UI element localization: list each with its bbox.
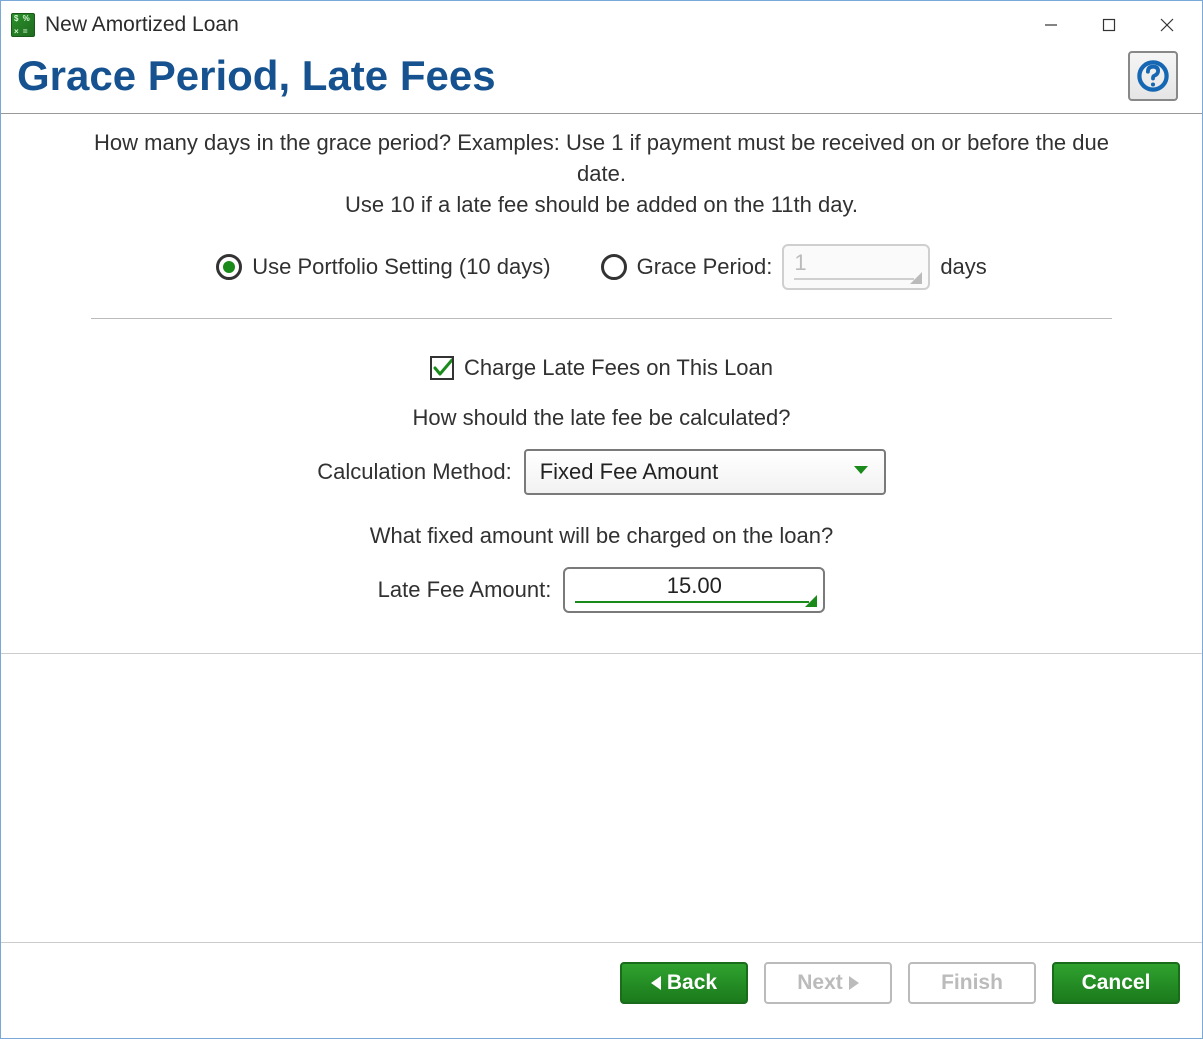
intro-text: How many days in the grace period? Examp… bbox=[91, 128, 1112, 220]
page-header: Grace Period, Late Fees bbox=[1, 49, 1202, 114]
minimize-button[interactable] bbox=[1022, 5, 1080, 45]
next-label: Next bbox=[797, 971, 843, 995]
late-fee-amount-value: 15.00 bbox=[667, 573, 722, 598]
radio-icon bbox=[601, 254, 627, 280]
page-title: Grace Period, Late Fees bbox=[17, 52, 496, 100]
app-icon bbox=[11, 13, 35, 37]
calc-method-row: Calculation Method: Fixed Fee Amount bbox=[91, 449, 1112, 495]
back-button[interactable]: Back bbox=[620, 962, 748, 1004]
charge-late-fees-label: Charge Late Fees on This Loan bbox=[464, 355, 773, 381]
late-fee-amount-row: Late Fee Amount: 15.00 bbox=[91, 567, 1112, 613]
fixed-amount-question: What fixed amount will be charged on the… bbox=[91, 523, 1112, 549]
wizard-button-bar: Back Next Finish Cancel bbox=[1, 942, 1202, 1022]
radio-icon bbox=[216, 254, 242, 280]
help-button[interactable] bbox=[1128, 51, 1178, 101]
custom-grace-label: Grace Period: bbox=[637, 254, 773, 280]
close-button[interactable] bbox=[1138, 5, 1196, 45]
titlebar: New Amortized Loan bbox=[1, 1, 1202, 49]
window-title: New Amortized Loan bbox=[45, 13, 1022, 37]
calc-method-label: Calculation Method: bbox=[317, 459, 511, 485]
intro-line1: How many days in the grace period? Examp… bbox=[91, 128, 1112, 190]
charge-late-fees-row[interactable]: Charge Late Fees on This Loan bbox=[91, 355, 1112, 381]
spacer bbox=[1, 654, 1202, 942]
calc-question: How should the late fee be calculated? bbox=[91, 405, 1112, 431]
grace-period-radios: Use Portfolio Setting (10 days) Grace Pe… bbox=[91, 244, 1112, 290]
finish-button[interactable]: Finish bbox=[908, 962, 1036, 1004]
use-portfolio-option[interactable]: Use Portfolio Setting (10 days) bbox=[216, 254, 550, 280]
late-fee-amount-input[interactable]: 15.00 bbox=[563, 567, 825, 613]
grace-days-input[interactable]: 1 bbox=[782, 244, 930, 290]
input-resize-grip-icon bbox=[910, 272, 922, 284]
calc-method-select[interactable]: Fixed Fee Amount bbox=[524, 449, 886, 495]
grace-days-suffix: days bbox=[940, 254, 986, 280]
next-button[interactable]: Next bbox=[764, 962, 892, 1004]
chevron-down-icon bbox=[852, 459, 870, 485]
late-fee-amount-label: Late Fee Amount: bbox=[378, 577, 552, 603]
checkbox-icon bbox=[430, 356, 454, 380]
form-body: How many days in the grace period? Examp… bbox=[1, 114, 1202, 613]
input-resize-grip-icon bbox=[805, 595, 817, 607]
triangle-right-icon bbox=[849, 976, 859, 990]
custom-grace-option[interactable]: Grace Period: 1 days bbox=[601, 244, 987, 290]
maximize-button[interactable] bbox=[1080, 5, 1138, 45]
calc-method-value: Fixed Fee Amount bbox=[540, 459, 719, 485]
finish-label: Finish bbox=[941, 971, 1003, 995]
window-controls bbox=[1022, 5, 1196, 45]
use-portfolio-label: Use Portfolio Setting (10 days) bbox=[252, 254, 550, 280]
intro-line2: Use 10 if a late fee should be added on … bbox=[91, 190, 1112, 221]
back-label: Back bbox=[667, 971, 717, 995]
grace-days-value: 1 bbox=[794, 250, 806, 275]
section-divider bbox=[91, 318, 1112, 319]
cancel-label: Cancel bbox=[1082, 971, 1151, 995]
cancel-button[interactable]: Cancel bbox=[1052, 962, 1180, 1004]
triangle-left-icon bbox=[651, 976, 661, 990]
